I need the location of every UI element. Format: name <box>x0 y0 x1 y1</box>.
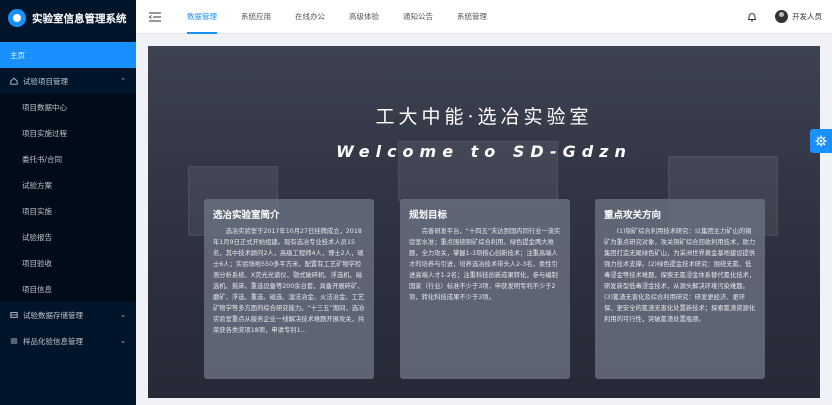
database-icon <box>10 312 18 318</box>
sidebar-item-test-plan[interactable]: 试验方案 <box>0 172 136 198</box>
sidebar-item-data-center[interactable]: 项目数据中心 <box>0 94 136 120</box>
card-title: 重点攻关方向 <box>604 210 662 221</box>
tab-notices[interactable]: 通知公告 <box>391 0 445 34</box>
app-title: 实验室信息管理系统 <box>32 12 127 25</box>
user-name[interactable]: 开发人员 <box>792 11 822 22</box>
menu-fold-icon[interactable] <box>149 11 161 22</box>
sidebar-item-label: 试验报告 <box>22 232 52 242</box>
card-title: 选冶实验室简介 <box>213 210 280 221</box>
intro-card: 选冶实验室简介 选冶实验室于2017年10月27日挂牌成立，2018年1月9日正… <box>204 199 374 379</box>
welcome-banner: 工大中能·选冶实验室 Welcome to SD-Gdzn 选冶实验室简介 选冶… <box>148 46 820 398</box>
sidebar-item-label: 项目实施 <box>22 206 52 216</box>
sidebar-item-label: 委托书/合同 <box>22 154 63 164</box>
sidebar-group-sample-info[interactable]: 样品化验信息管理 ⌄ <box>0 328 136 354</box>
banner-title: 工大中能·选冶实验室 <box>375 106 593 128</box>
chevron-up-icon: ⌃ <box>120 77 126 85</box>
card-body: (1)铜矿综合利用技术研究：以集团主力矿山的铜矿为重点研究对象，攻关铜矿综合回收… <box>604 228 756 323</box>
card-title: 规划目标 <box>409 210 448 221</box>
sidebar-group-label: 试验数据存储管理 <box>23 310 83 320</box>
goals-card: 规划目标 完善研发平台，“十四五”末达到国内同行业一流实验室水准；重点围绕铜矿综… <box>400 199 570 379</box>
sidebar-group-label: 试验项目管理 <box>23 76 68 86</box>
sidebar: 实验室信息管理系统 主页 试验项目管理 ⌃ 项目数据中心 项目实施过程 委托书/… <box>0 0 136 405</box>
settings-button[interactable] <box>810 129 832 153</box>
sidebar-item-label: 项目实施过程 <box>22 128 67 138</box>
card-body: 完善研发平台，“十四五”末达到国内同行业一流实验室水准；重点围绕铜矿综合利用、绿… <box>409 228 561 301</box>
sidebar-item-implementation-process[interactable]: 项目实施过程 <box>0 120 136 146</box>
sidebar-item-project-info[interactable]: 项目信息 <box>0 276 136 302</box>
list-icon <box>10 338 18 344</box>
tab-system-management[interactable]: 系统管理 <box>445 0 499 34</box>
sidebar-item-label: 项目信息 <box>22 284 52 294</box>
sidebar-item-acceptance[interactable]: 项目验收 <box>0 250 136 276</box>
avatar[interactable] <box>775 10 788 23</box>
sidebar-item-label: 项目验收 <box>22 258 52 268</box>
sidebar-group-label: 样品化验信息管理 <box>23 336 83 346</box>
tab-advanced-experience[interactable]: 高级体验 <box>337 0 391 34</box>
home-icon <box>10 77 18 85</box>
sidebar-item-contract[interactable]: 委托书/合同 <box>0 146 136 172</box>
sidebar-item-label: 主页 <box>10 50 25 60</box>
sidebar-group-project-management[interactable]: 试验项目管理 ⌃ <box>0 68 136 94</box>
sidebar-item-test-report[interactable]: 试验报告 <box>0 224 136 250</box>
tab-system-apps[interactable]: 系统应用 <box>229 0 283 34</box>
sidebar-group-data-storage[interactable]: 试验数据存储管理 ⌄ <box>0 302 136 328</box>
sidebar-item-label: 项目数据中心 <box>22 102 67 112</box>
gear-icon <box>815 135 827 147</box>
bell-icon[interactable] <box>747 12 757 22</box>
tab-online-office[interactable]: 在线办公 <box>283 0 337 34</box>
header-right: 开发人员 <box>747 10 822 23</box>
top-nav: 数据管理 系统应用 在线办公 高级体验 通知公告 系统管理 <box>175 0 499 34</box>
sidebar-item-label: 试验方案 <box>22 180 52 190</box>
banner-subtitle: Welcome to SD-Gdzn <box>336 142 632 161</box>
logo-icon <box>8 9 26 27</box>
chevron-down-icon: ⌄ <box>120 337 126 345</box>
sidebar-item-home[interactable]: 主页 <box>0 42 136 68</box>
tab-data-management[interactable]: 数据管理 <box>175 0 229 34</box>
sidebar-item-implementation[interactable]: 项目实施 <box>0 198 136 224</box>
research-directions-card: 重点攻关方向 (1)铜矿综合利用技术研究：以集团主力矿山的铜矿为重点研究对象，攻… <box>595 199 765 379</box>
app-logo[interactable]: 实验室信息管理系统 <box>0 0 136 36</box>
top-header: 数据管理 系统应用 在线办公 高级体验 通知公告 系统管理 开发人员 <box>136 0 832 34</box>
chevron-down-icon: ⌄ <box>120 311 126 319</box>
sidebar-submenu: 项目数据中心 项目实施过程 委托书/合同 试验方案 项目实施 试验报告 项目验收… <box>0 94 136 302</box>
card-body: 选冶实验室于2017年10月27日挂牌成立，2018年1月9日正式开始组建。现有… <box>213 228 365 334</box>
